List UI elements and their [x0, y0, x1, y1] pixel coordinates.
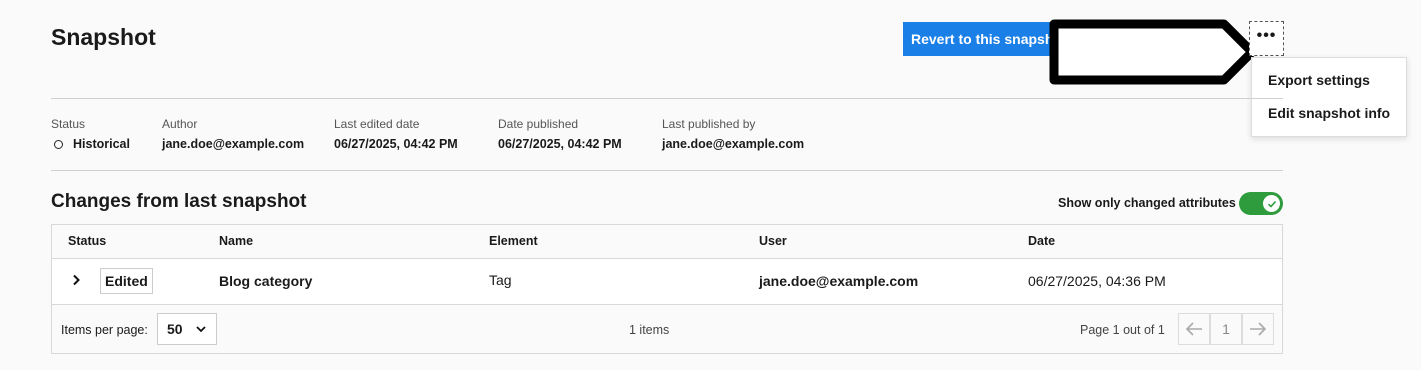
more-options-icon: ••• — [1256, 26, 1277, 44]
meta-last-published-by: Last published by jane.doe@example.com — [662, 117, 804, 151]
row-name: Blog category — [219, 273, 313, 289]
items-per-page-select[interactable]: 50 — [157, 313, 217, 345]
changed-attributes-toggle[interactable] — [1239, 192, 1283, 215]
options-menu: Export settings Edit snapshot info — [1251, 57, 1407, 137]
meta-author-label: Author — [162, 117, 198, 131]
column-header-status: Status — [68, 234, 107, 248]
items-count: 1 items — [629, 323, 670, 337]
table-header: Status Name Element User Date — [52, 225, 1282, 259]
more-options-button[interactable]: ••• — [1249, 21, 1284, 56]
page-number-button[interactable]: 1 — [1210, 313, 1242, 345]
meta-last-published-by-value: jane.doe@example.com — [662, 137, 805, 151]
row-date: 06/27/2025, 04:36 PM — [1028, 273, 1166, 289]
changed-attributes-toggle-label: Show only changed attributes — [1058, 196, 1236, 210]
column-header-element: Element — [489, 234, 538, 248]
items-per-page-value: 50 — [167, 321, 183, 337]
changes-title: Changes from last snapshot — [51, 191, 307, 212]
row-user: jane.doe@example.com — [759, 273, 919, 289]
toggle-knob — [1263, 195, 1280, 212]
current-page-number: 1 — [1222, 321, 1230, 337]
column-header-user: User — [759, 234, 787, 248]
page-info: Page 1 out of 1 — [1080, 323, 1165, 337]
column-header-date: Date — [1028, 234, 1056, 248]
chevron-down-icon — [196, 326, 206, 333]
status-badge: Edited — [100, 268, 153, 294]
chevron-right-icon[interactable] — [72, 274, 81, 286]
meta-status: Status Historical — [51, 117, 130, 151]
arrow-left-icon — [1185, 322, 1202, 336]
meta-divider — [51, 170, 1283, 171]
changes-table: Status Name Element User Date Edited Blo… — [51, 224, 1283, 354]
redaction-arrow — [1049, 19, 1257, 85]
previous-page-button[interactable] — [1178, 313, 1210, 345]
revert-button[interactable]: Revert to this snapshot — [903, 22, 1063, 56]
table-footer: Items per page: 50 1 items Page 1 out of… — [52, 305, 1282, 353]
meta-last-edited-value: 06/27/2025, 04:42 PM — [334, 137, 458, 151]
meta-date-published-label: Date published — [498, 117, 579, 131]
meta-date-published: Date published 06/27/2025, 04:42 PM — [498, 117, 622, 151]
next-page-button[interactable] — [1242, 313, 1274, 345]
meta-last-edited-label: Last edited date — [334, 117, 420, 131]
meta-date-published-value: 06/27/2025, 04:42 PM — [498, 137, 622, 151]
column-header-name: Name — [219, 234, 254, 248]
header-divider — [51, 98, 1283, 99]
arrow-right-icon — [1250, 322, 1267, 336]
items-per-page-label: Items per page: — [61, 323, 148, 337]
meta-last-published-by-label: Last published by — [662, 117, 756, 131]
check-icon — [1267, 200, 1276, 208]
meta-author-value: jane.doe@example.com — [162, 137, 305, 151]
meta-author: Author jane.doe@example.com — [162, 117, 304, 151]
table-row[interactable]: Edited Blog category Tag jane.doe@exampl… — [52, 258, 1282, 305]
menu-item-export-settings[interactable]: Export settings — [1252, 64, 1406, 97]
menu-item-edit-snapshot-info[interactable]: Edit snapshot info — [1252, 97, 1406, 130]
page-title: Snapshot — [51, 24, 156, 50]
meta-last-edited: Last edited date 06/27/2025, 04:42 PM — [334, 117, 458, 151]
meta-status-value: Historical — [73, 137, 130, 151]
status-circle-icon — [54, 140, 63, 149]
row-element: Tag — [489, 272, 512, 288]
meta-status-label: Status — [51, 117, 86, 131]
